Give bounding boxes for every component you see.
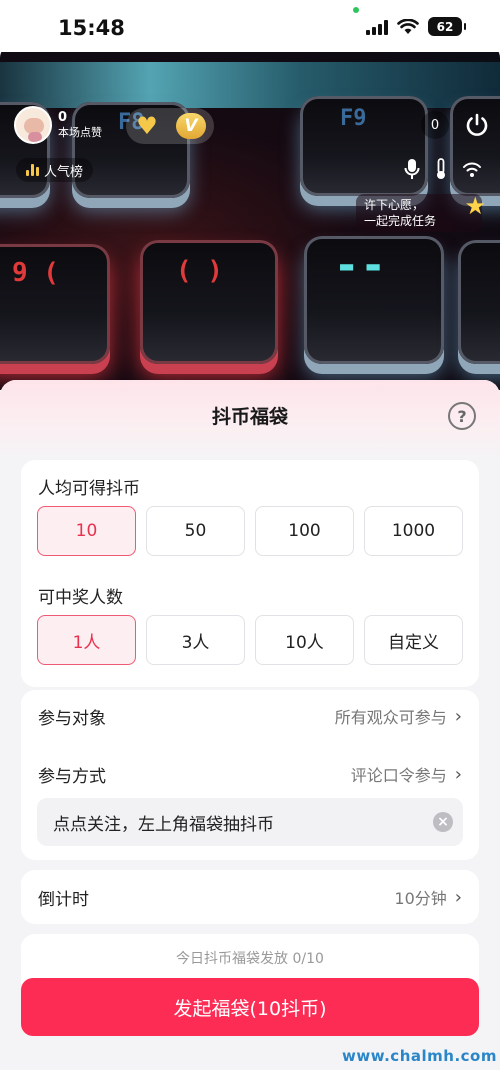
host-likes-label: 本场点赞 [58,126,102,139]
daily-quota-text: 今日抖币福袋发放 0/10 [176,951,324,967]
chevron-right-icon: › [454,886,462,908]
method-row[interactable]: 参与方式 评论口令参与 › [38,760,462,788]
cellular-signal-icon [366,19,388,35]
avatar[interactable] [14,106,52,144]
device-status-icons [404,158,482,180]
coin-options: 10 50 100 1000 [37,506,463,556]
rank-bars-icon [26,164,39,176]
key-mark: ▬ ▬ [340,254,380,279]
power-icon [466,113,488,136]
help-icon[interactable]: ? [448,402,476,430]
launch-lucky-bag-button[interactable]: 发起福袋(10抖币) [21,978,479,1036]
battery-icon: 62 [428,17,466,36]
command-input[interactable]: 点点关注，左上角福袋抽抖币 × [37,798,463,846]
status-bar: 15:48 62 [0,0,500,52]
winner-count-label: 可中奖人数 [38,588,123,608]
countdown-row[interactable]: 倒计时 10分钟 › [38,883,462,911]
command-text: 点点关注，左上角福袋抽抖币 [53,814,274,835]
live-video-preview[interactable]: F8 F9 9 ( ( ) ▬ ▬ 0 本场点赞 ♥ V 0 人气榜 许下心愿，… [0,44,500,390]
countdown-label: 倒计时 [38,889,89,910]
clear-icon[interactable]: × [433,812,453,832]
watermark: www.chalmh.com [342,1047,497,1065]
status-icons: 62 [366,17,466,36]
countdown-value: 10分钟 [394,889,447,908]
vip-v-icon: V [176,113,206,139]
method-label: 参与方式 [38,766,106,787]
host-likes-count: 0 [58,110,68,125]
winner-option-3[interactable]: 3人 [146,615,245,665]
battery-level: 62 [436,19,454,34]
key-label: 9 ( [12,258,59,288]
winner-option-1[interactable]: 1人 [37,615,136,665]
chevron-right-icon: › [454,705,462,727]
thermometer-icon[interactable] [434,158,448,180]
winner-options: 1人 3人 10人 自定义 [37,615,463,665]
participants-row[interactable]: 参与对象 所有观众可参与 › [38,702,462,730]
viewer-count[interactable]: 0 [421,111,449,139]
countdown-card[interactable]: 倒计时 10分钟 › [21,870,479,924]
coin-option-10[interactable]: 10 [37,506,136,556]
fan-badge-pill[interactable]: ♥ V [126,108,214,144]
key-label: ( ) [176,256,223,286]
participation-card: 参与对象 所有观众可参与 › 参与方式 评论口令参与 › 点点关注，左上角福袋抽… [21,690,479,860]
lucky-bag-sheet: 抖币福袋 ? 人均可得抖币 10 50 100 1000 可中奖人数 1人 3人… [0,380,500,1070]
sheet-title: 抖币福袋 [211,406,288,428]
popularity-rank-button[interactable]: 人气榜 [16,158,94,182]
host-stats: 0 本场点赞 [58,110,102,140]
microphone-icon[interactable] [404,158,420,180]
winner-option-10[interactable]: 10人 [255,615,354,665]
backlight-glow [0,62,500,108]
host-info[interactable]: 0 本场点赞 [14,106,102,144]
status-time: 15:48 [58,16,125,40]
coins-per-person-label: 人均可得抖币 [38,479,140,499]
coin-option-1000[interactable]: 1000 [364,506,463,556]
wifi-icon[interactable] [462,161,482,177]
winner-option-custom[interactable]: 自定义 [364,615,463,665]
keyboard-key [458,240,500,364]
coin-option-50[interactable]: 50 [146,506,245,556]
method-value: 评论口令参与 [350,766,447,785]
wifi-icon [397,18,419,34]
close-live-button[interactable] [460,108,494,142]
chevron-right-icon: › [454,763,462,785]
key-label: F9 [340,106,367,131]
wish-task-banner[interactable]: 许下心愿， 一起完成任务 ★ [356,194,486,232]
options-card: 人均可得抖币 10 50 100 1000 可中奖人数 1人 3人 10人 自定… [21,460,479,687]
participants-value: 所有观众可参与 [334,708,447,727]
coin-option-100[interactable]: 100 [255,506,354,556]
participants-label: 参与对象 [38,708,106,729]
camera-indicator-dot [353,7,359,13]
star-icon: ★ [464,192,486,220]
fan-heart-icon: ♥ [136,112,158,140]
rank-label: 人气榜 [44,164,84,180]
